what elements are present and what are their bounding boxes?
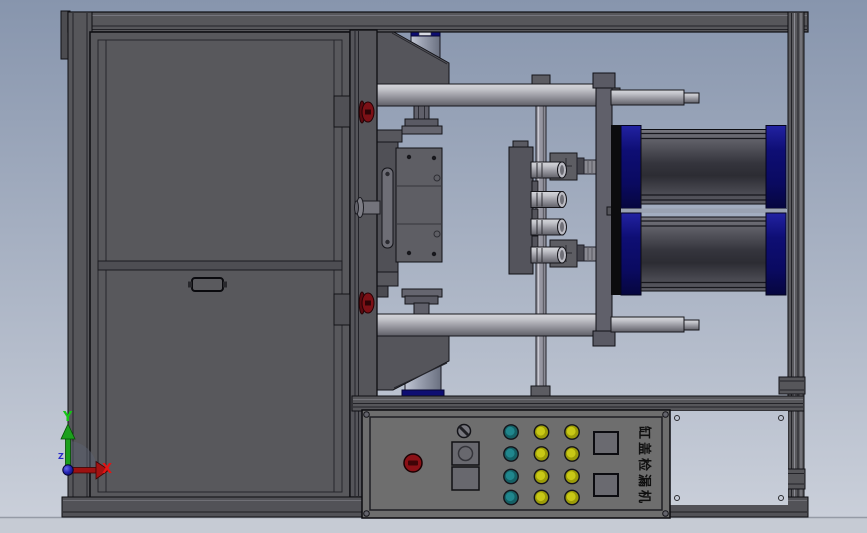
indicator-light-core xyxy=(566,492,576,502)
fixture-clamp-handle[interactable] xyxy=(354,197,381,218)
pneumatic-cylinder-bottom xyxy=(620,212,787,296)
indicator-light-core xyxy=(505,492,515,502)
cad-viewport[interactable]: Y X Z 缸盖检漏机 xyxy=(0,0,867,533)
z-axis-label: Z xyxy=(58,452,64,461)
control-panel[interactable] xyxy=(361,409,671,519)
door-hinge-top xyxy=(333,95,352,128)
square-button-top[interactable] xyxy=(451,441,480,466)
linear-guide-rail xyxy=(381,167,394,249)
indicator-light-core xyxy=(505,448,515,458)
clamp-knob-top[interactable] xyxy=(358,100,375,124)
emergency-stop-button[interactable] xyxy=(403,453,423,473)
panel-screw xyxy=(662,411,669,418)
y-axis-label: Y xyxy=(62,410,73,425)
model-view[interactable]: Y X Z xyxy=(0,0,867,533)
panel-screw xyxy=(662,510,669,517)
top-rail xyxy=(67,11,809,33)
indicator-light-core xyxy=(566,448,576,458)
rail-screw xyxy=(385,171,390,177)
z-axis-ball[interactable] xyxy=(62,464,74,476)
selector-switch[interactable] xyxy=(456,423,472,439)
indicator-light-core xyxy=(536,448,546,458)
mid-rail xyxy=(351,395,805,412)
fixture-plate xyxy=(395,147,443,263)
indicator-light-core xyxy=(505,471,515,481)
clamp-knob-bottom[interactable] xyxy=(358,291,375,315)
enclosure-door[interactable] xyxy=(89,31,352,503)
panel-button-b[interactable] xyxy=(593,473,619,497)
indicator-light-core xyxy=(536,492,546,502)
rail-screw xyxy=(385,239,390,245)
indicator-light-core xyxy=(536,426,546,436)
indicator-light-core xyxy=(536,471,546,481)
square-button-bottom[interactable] xyxy=(451,466,480,491)
panel-screw xyxy=(363,510,370,517)
open-frame-bay xyxy=(670,411,788,505)
door-divider xyxy=(97,260,343,271)
indicator-light-core xyxy=(566,471,576,481)
indicator-light-core xyxy=(566,426,576,436)
pneumatic-cylinders[interactable] xyxy=(611,125,787,296)
x-axis-label: X xyxy=(102,462,112,477)
indicator-light-core xyxy=(505,426,515,436)
top-guide-shaft[interactable] xyxy=(376,83,599,107)
panel-button-a[interactable] xyxy=(593,431,619,455)
floor xyxy=(0,517,867,533)
pneumatic-cylinder-top xyxy=(620,125,787,209)
panel-screw xyxy=(363,411,370,418)
door-hinge-bottom xyxy=(333,293,352,326)
bottom-guide-shaft[interactable] xyxy=(376,313,599,337)
cylinder-gap xyxy=(621,208,786,213)
door-handle[interactable] xyxy=(188,277,227,292)
